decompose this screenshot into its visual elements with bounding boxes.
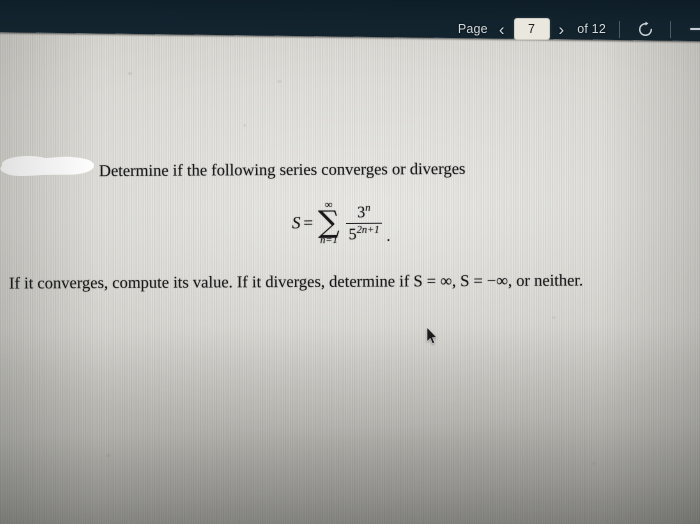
total-pages-label: of 12 xyxy=(577,22,606,36)
screenshot-root: Determine if the following series conver… xyxy=(0,0,700,524)
math-formula-series: S = ∞ ∑ n=1 3n 52n+1 . xyxy=(291,199,391,247)
pdf-viewer-toolbar-controls: Page ‹ › of 12 xyxy=(24,14,700,44)
toolbar-divider xyxy=(619,20,620,38)
sigma-icon: ∑ xyxy=(317,205,340,241)
numerator-exponent: n xyxy=(365,203,371,215)
denominator-base: 5 xyxy=(348,226,357,244)
minus-icon xyxy=(689,27,700,31)
fraction-numerator: 3n xyxy=(354,203,373,223)
rotate-refresh-icon xyxy=(638,21,652,36)
next-page-chevron-right-icon[interactable]: › xyxy=(550,21,574,38)
denominator-exponent: 2n+1 xyxy=(356,224,380,236)
summation-operator: ∞ ∑ n=1 xyxy=(317,199,340,247)
problem-statement-line-3: If it converges, compute its value. If i… xyxy=(8,270,584,293)
formula-equals: = xyxy=(303,213,314,233)
pdf-viewer-toolbar-region: Page ‹ › of 12 xyxy=(0,0,700,48)
fraction: 3n 52n+1 xyxy=(345,203,383,244)
previous-page-chevron-left-icon[interactable]: ‹ xyxy=(490,21,514,38)
minimize-button[interactable] xyxy=(684,17,700,41)
document-page-surface xyxy=(0,0,700,524)
page-label: Page xyxy=(457,22,488,36)
problem-statement-line-1: Determine if the following series conver… xyxy=(98,158,466,181)
white-redaction-mark xyxy=(0,156,94,176)
page-number-input[interactable] xyxy=(513,18,550,40)
summation-lower-limit: n=1 xyxy=(320,235,338,247)
toolbar-divider xyxy=(670,20,671,38)
formula-trailing-period: . xyxy=(386,227,391,245)
fraction-denominator: 52n+1 xyxy=(346,224,383,244)
rotate-button[interactable] xyxy=(633,17,657,41)
formula-lhs: S xyxy=(291,213,301,233)
